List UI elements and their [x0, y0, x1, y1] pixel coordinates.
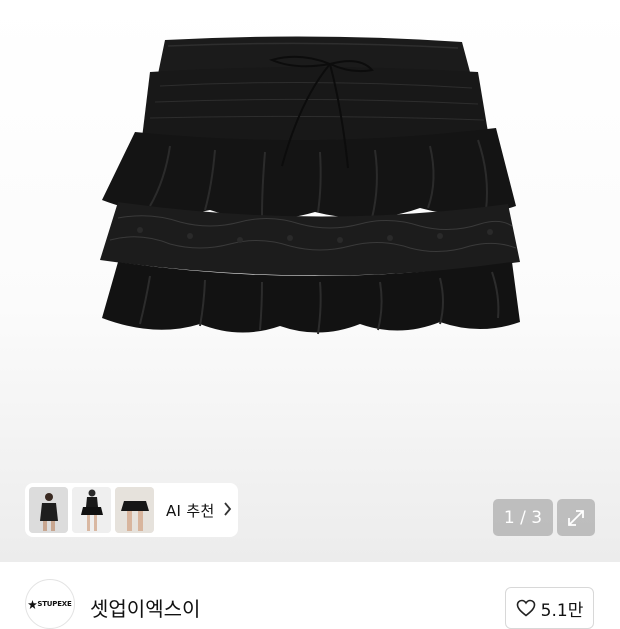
store-logo-text: STUPEXE	[28, 599, 72, 609]
ai-recommend-strip[interactable]: AI 추천	[25, 483, 238, 537]
ai-recommend-label: AI 추천	[166, 501, 215, 520]
store-name[interactable]: 셋업이엑스이	[90, 593, 200, 622]
like-button[interactable]: 5.1만	[505, 587, 594, 629]
image-pager: 1 / 3	[493, 499, 553, 536]
store-logo[interactable]: STUPEXE	[25, 579, 75, 629]
heart-icon	[516, 599, 535, 617]
thumbnail-2[interactable]	[72, 487, 111, 533]
skirt-image	[100, 36, 520, 335]
like-count: 5.1만	[540, 600, 584, 621]
store-bar: STUPEXE 셋업이엑스이 5.1만	[0, 562, 620, 629]
chevron-right-icon	[223, 501, 232, 520]
expand-icon	[568, 509, 584, 526]
thumbnail-3[interactable]	[115, 487, 154, 533]
thumbnail-1[interactable]	[29, 487, 68, 533]
expand-image-button[interactable]	[557, 499, 595, 536]
product-image-area[interactable]	[0, 0, 620, 562]
